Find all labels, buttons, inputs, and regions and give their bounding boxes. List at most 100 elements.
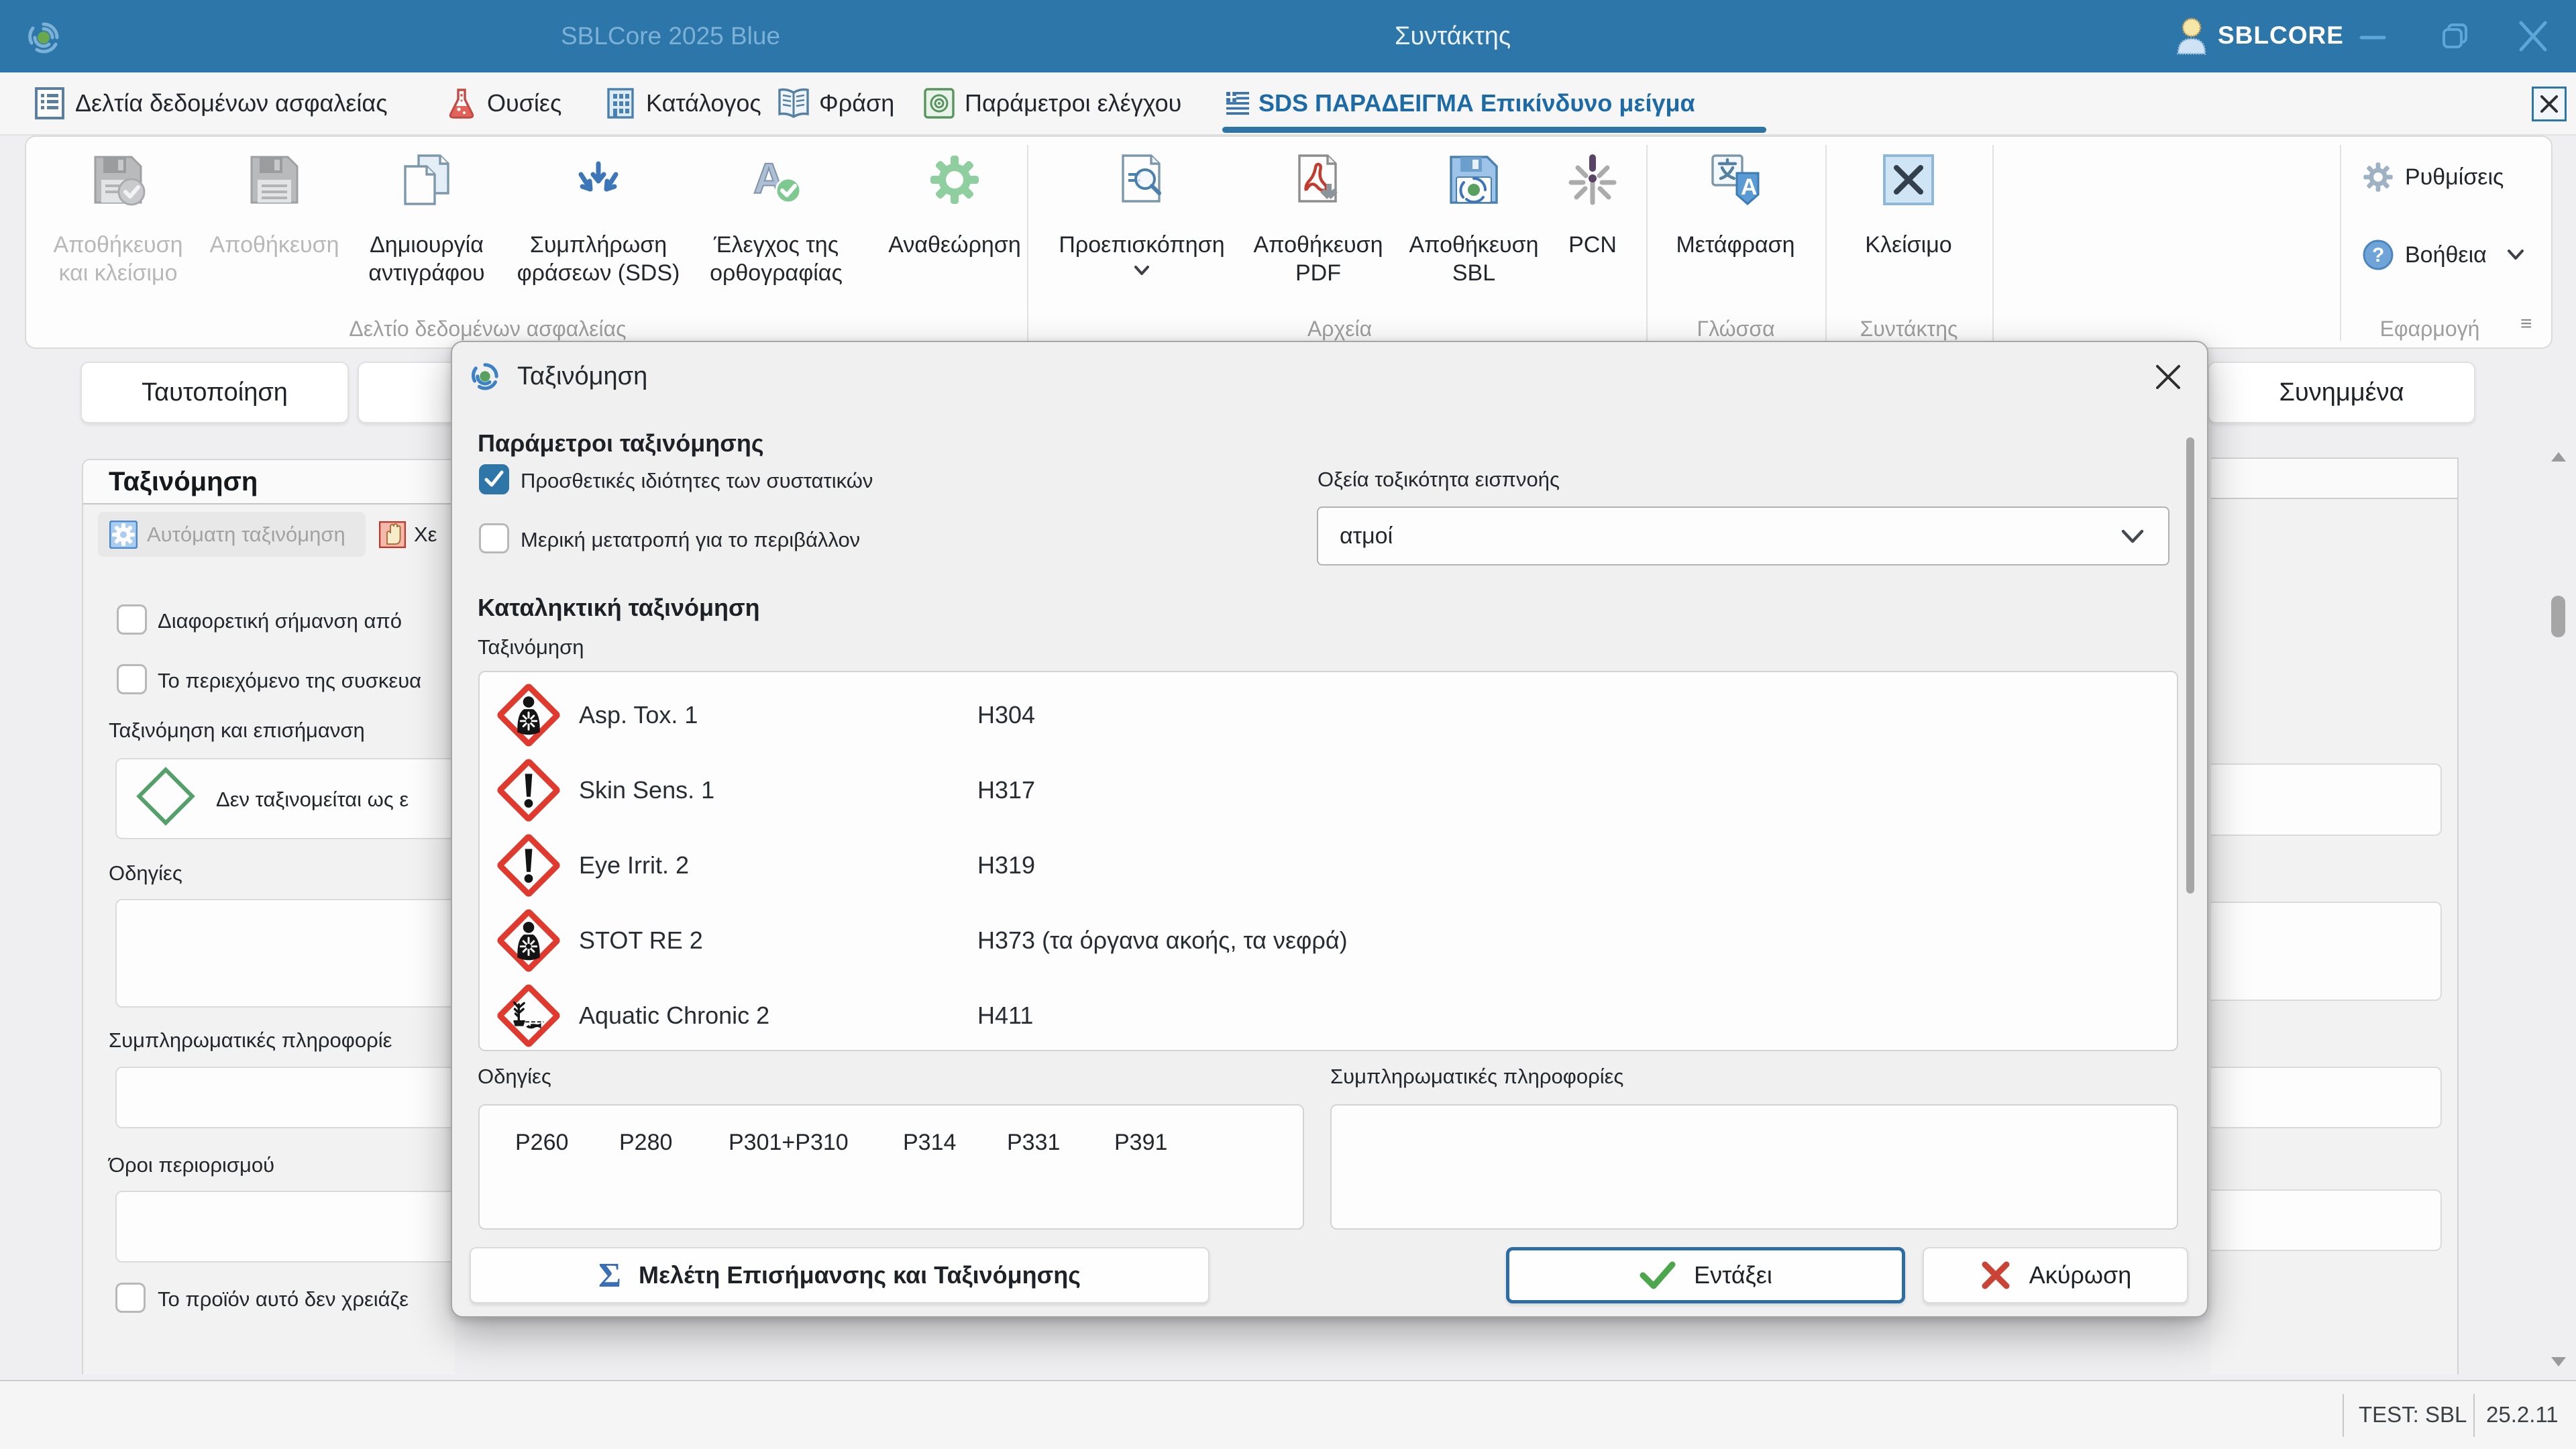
ghs-exclamation-icon (496, 757, 561, 823)
menu-item-catalog[interactable]: Κατάλογος (604, 72, 761, 134)
pcodes-listbox[interactable]: P260 P280 P301+P310 P314 P331 P391 (478, 1104, 1304, 1230)
sigma-icon: Σ (598, 1256, 621, 1295)
tab-sds-example-active[interactable]: SDS ΠΑΡΑΔΕΙΓΜΑ Επικίνδυνο μείγμα (1222, 72, 1695, 134)
book-icon (777, 87, 810, 119)
ribbon-copy-button[interactable]: Δημιουργίααντιγράφου (350, 152, 503, 287)
classification-row[interactable]: Asp. Tox. 1 H304 (480, 678, 2177, 753)
classification-code: H319 (977, 828, 1035, 903)
study-button[interactable]: Σ Μελέτη Επισήμανσης και Ταξινόμησης (470, 1247, 1210, 1303)
ribbon-translate-button[interactable]: A Μετάφραση (1658, 152, 1813, 259)
checkbox-device-content[interactable] (117, 664, 147, 694)
checkbox-partial-env[interactable] (479, 523, 509, 553)
active-tab-underline (1222, 127, 1766, 133)
user-name: SBLCORE (2218, 0, 2344, 72)
p-code[interactable]: P331 (1007, 1130, 1060, 1156)
ribbon-group-label-files: Αρχεία (1039, 317, 1640, 341)
svg-text:A: A (1741, 174, 1758, 200)
translate-icon: A (1707, 152, 1764, 208)
restriction-box[interactable] (115, 1191, 455, 1263)
panel-title: Ταξινόμηση (109, 467, 258, 497)
restriction-label: Όροι περιορισμού (109, 1153, 274, 1177)
p-code[interactable]: P280 (619, 1130, 672, 1156)
menu-bar: Δελτία δεδομένων ασφαλείας Ουσίες Κατάλο… (0, 72, 2576, 136)
auto-classification-button[interactable]: Αυτόματη ταξινόμηση (98, 512, 366, 557)
flask-icon (445, 87, 478, 119)
checkbox-different-marking[interactable] (117, 604, 147, 635)
help-label: Βοήθεια (2405, 242, 2487, 268)
minimize-button[interactable] (2355, 20, 2392, 52)
checkbox-label: Διαφορετική σήμανση από (158, 609, 402, 633)
pcn-burst-icon (1564, 152, 1621, 208)
close-icon (2539, 94, 2559, 114)
window-close-button[interactable] (2517, 20, 2549, 52)
classification-listbox[interactable]: Asp. Tox. 1 H304 Skin Sens. 1 H317 Eye (478, 671, 2178, 1051)
form-box (2211, 902, 2442, 1001)
manual-classification-label: Χε (414, 523, 437, 547)
classification-row[interactable]: STOT RE 2 H373 (τα όργανα ακοής, τα νεφρ… (480, 903, 2177, 978)
classification-row[interactable]: Eye Irrit. 2 H319 (480, 828, 2177, 903)
checkbox-label: Το περιεχόμενο της συσκευα (158, 669, 421, 693)
ribbon-separator (1825, 145, 1827, 341)
section-tab-identification[interactable]: Ταυτοποίηση (80, 362, 349, 423)
ribbon-save-sbl-button[interactable]: ΑποθήκευσηSBL (1400, 152, 1548, 287)
save-close-icon (90, 152, 146, 208)
ribbon-save-button[interactable]: Αποθήκευση (202, 152, 347, 259)
ribbon-save-pdf-button[interactable]: ΑποθήκευσηPDF (1239, 152, 1397, 287)
active-tab-label: SDS ΠΑΡΑΔΕΙΓΜΑ Επικίνδυνο μείγμα (1258, 89, 1695, 117)
ribbon-fill-phrases-button[interactable]: Συμπλήρωσηφράσεων (SDS) (507, 152, 690, 287)
menu-item-control-params[interactable]: Παράμετροι ελέγχου (923, 72, 1181, 134)
checkbox-product-no-need[interactable] (115, 1283, 146, 1313)
scrollbar-down-arrow[interactable] (2551, 1357, 2566, 1366)
status-separator (2473, 1394, 2475, 1437)
menu-item-label: Ουσίες (487, 89, 561, 117)
tab-close-button[interactable] (2532, 87, 2567, 121)
ribbon-preview-button[interactable]: Προεπισκόπηση (1044, 152, 1239, 278)
p-code[interactable]: P314 (903, 1130, 956, 1156)
ribbon-separator (1992, 145, 1994, 341)
instructions-list-label: Οδηγίες (478, 1065, 551, 1089)
classification-row[interactable]: Skin Sens. 1 H317 (480, 753, 2177, 828)
p-code[interactable]: P391 (1114, 1130, 1167, 1156)
ribbon-help-button[interactable]: ? Βοήθεια (2362, 239, 2526, 271)
settings-label: Ρυθμίσεις (2405, 164, 2504, 191)
dialog-scrollbar-thumb[interactable] (2186, 437, 2194, 894)
ghs-environment-icon (496, 983, 561, 1049)
cancel-button-label: Ακύρωση (2029, 1261, 2132, 1289)
menu-item-phrase[interactable]: Φράση (777, 72, 894, 134)
ghs-health-hazard-icon (496, 682, 561, 748)
scrollbar-up-arrow[interactable] (2551, 452, 2566, 462)
gear-blue-icon (109, 521, 138, 549)
hand-icon (379, 521, 406, 548)
checkbox-additive-properties[interactable] (479, 464, 509, 494)
ribbon-settings-button[interactable]: Ρυθμίσεις (2362, 161, 2504, 193)
menu-item-sds[interactable]: Δελτία δεδομένων ασφαλείας (34, 72, 388, 134)
ribbon-spellcheck-button[interactable]: A Έλεγχος τηςορθογραφίας (699, 152, 853, 287)
section-tab-attachments[interactable]: Συνημμένα (2208, 362, 2475, 423)
ribbon-close-editor-button[interactable]: Κλείσιμο (1841, 152, 1976, 259)
supplementary-textarea[interactable] (1330, 1104, 2178, 1230)
checkbox-label: Προσθετικές ιδιότητες των συστατικών (521, 469, 873, 493)
instructions-box[interactable] (115, 899, 455, 1008)
cancel-button[interactable]: Ακύρωση (1923, 1247, 2188, 1303)
dialog-close-button[interactable] (2155, 364, 2182, 390)
classification-code: H317 (977, 753, 1035, 828)
ok-button[interactable]: Εντάξει (1506, 1247, 1905, 1303)
ribbon-separator (1646, 145, 1648, 341)
scrollbar-thumb[interactable] (2551, 596, 2565, 637)
supplementary-box[interactable] (115, 1067, 455, 1128)
ribbon-revision-button[interactable]: Αναθεώρηση (881, 152, 1028, 259)
ok-button-label: Εντάξει (1694, 1261, 1772, 1289)
p-code[interactable]: P260 (515, 1130, 568, 1156)
restore-button[interactable] (2440, 20, 2470, 52)
acute-toxicity-dropdown[interactable]: ατμοί (1317, 506, 2169, 566)
not-classified-text: Δεν ταξινομείται ως ε (216, 788, 409, 812)
ribbon-pcn-button[interactable]: PCN (1556, 152, 1629, 259)
auto-classification-label: Αυτόματη ταξινόμηση (147, 523, 345, 547)
classification-row[interactable]: Aquatic Chronic 2 H411 (480, 978, 2177, 1053)
ribbon-save-close-button[interactable]: Αποθήκευσηκαι κλείσιμο (31, 152, 205, 287)
group-dialog-launcher-icon[interactable]: ≡ (2520, 313, 2532, 335)
classification-name: Skin Sens. 1 (579, 753, 714, 828)
p-code[interactable]: P301+P310 (729, 1130, 849, 1156)
manual-classification-button[interactable]: Χε (379, 521, 437, 548)
menu-item-substances[interactable]: Ουσίες (445, 72, 561, 134)
